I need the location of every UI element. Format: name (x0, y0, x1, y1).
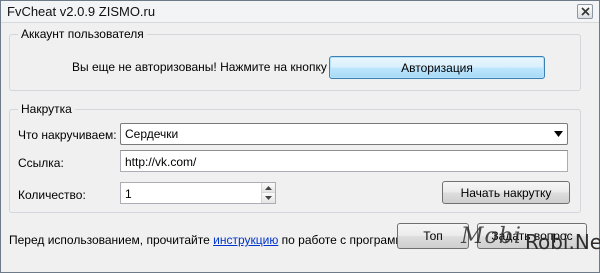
start-boost-button-label: Начать накрутку (460, 185, 552, 200)
spin-up-icon (265, 185, 272, 190)
top-button-label: Топ (423, 229, 443, 243)
app-window: FvCheat v2.0.9 ZISMO.ru Аккаунт пользова… (0, 0, 600, 273)
window-title: FvCheat v2.0.9 ZISMO.ru (7, 4, 156, 19)
what-label: Что накручиваем: (18, 128, 117, 142)
start-boost-button[interactable]: Начать накрутку (442, 181, 570, 204)
count-label: Количество: (18, 188, 86, 202)
title-bar[interactable]: FvCheat v2.0.9 ZISMO.ru (1, 1, 599, 23)
footer-note: Перед использованием, прочитайте инструк… (9, 233, 417, 247)
close-icon (580, 7, 590, 16)
ask-question-button-label: Задать вопрос (491, 229, 573, 243)
close-button[interactable] (577, 4, 593, 19)
auth-button[interactable]: Авторизация (329, 56, 545, 79)
what-select-value: Сердечки (125, 127, 179, 141)
ask-question-button[interactable]: Задать вопрос (477, 223, 587, 249)
footer-note-before: Перед использованием, прочитайте (9, 233, 210, 247)
boost-group-legend: Накрутка (18, 102, 75, 116)
auth-button-label: Авторизация (401, 60, 473, 75)
count-stepper-buttons (261, 183, 275, 203)
count-stepper-value: 1 (125, 187, 132, 201)
chevron-down-icon (554, 131, 563, 137)
spin-up-button[interactable] (262, 183, 275, 193)
account-group-legend: Аккаунт пользователя (18, 27, 147, 41)
link-input[interactable]: http://vk.com/ (120, 150, 568, 172)
what-select[interactable]: Сердечки (120, 123, 568, 145)
link-input-value: http://vk.com/ (125, 155, 197, 169)
spin-down-button[interactable] (262, 193, 275, 203)
instructions-link[interactable]: инструкцию (213, 233, 278, 247)
auth-status-message: Вы еще не авторизованы! Нажмите на кнопк… (72, 60, 327, 74)
spin-down-icon (265, 196, 272, 200)
top-button[interactable]: Топ (397, 223, 469, 249)
link-label: Ссылка: (18, 156, 64, 170)
count-stepper[interactable]: 1 (120, 182, 276, 204)
